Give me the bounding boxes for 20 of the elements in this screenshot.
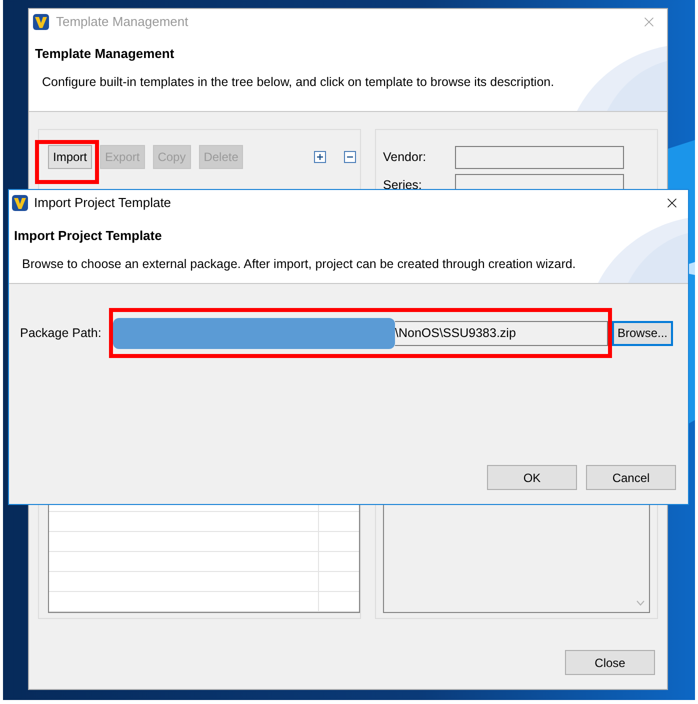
header-title: Template Management xyxy=(35,45,176,63)
expand-all-icon[interactable] xyxy=(314,151,326,163)
header-title: Import Project Template xyxy=(14,227,163,245)
field-label: Vendor: xyxy=(383,148,428,166)
window-title: Import Project Template xyxy=(34,194,172,212)
app-logo-icon xyxy=(33,14,49,30)
dialog-button[interactable]: OK xyxy=(487,465,577,490)
field-label: Package Path: xyxy=(20,324,102,342)
field-label: Series: xyxy=(383,176,423,194)
dialog-button[interactable]: Cancel xyxy=(586,465,676,490)
package-path-field[interactable]: \NonOS\SSU9383.zip xyxy=(395,320,608,346)
header-description: Browse to choose an external package. After import, project can be created through creation wizard. xyxy=(22,256,577,273)
header-description: Configure built-in templates in the tree below, and click on template to browse its description. xyxy=(42,74,556,91)
browse-button[interactable]: Browse... xyxy=(612,320,673,346)
app-logo-icon xyxy=(12,194,28,210)
close-button[interactable]: Close xyxy=(565,650,655,675)
toolbar-button[interactable]: Import xyxy=(48,145,92,169)
window-title: Template Management xyxy=(56,13,188,32)
input-field[interactable] xyxy=(455,146,624,168)
collapse-all-icon[interactable] xyxy=(344,151,356,163)
